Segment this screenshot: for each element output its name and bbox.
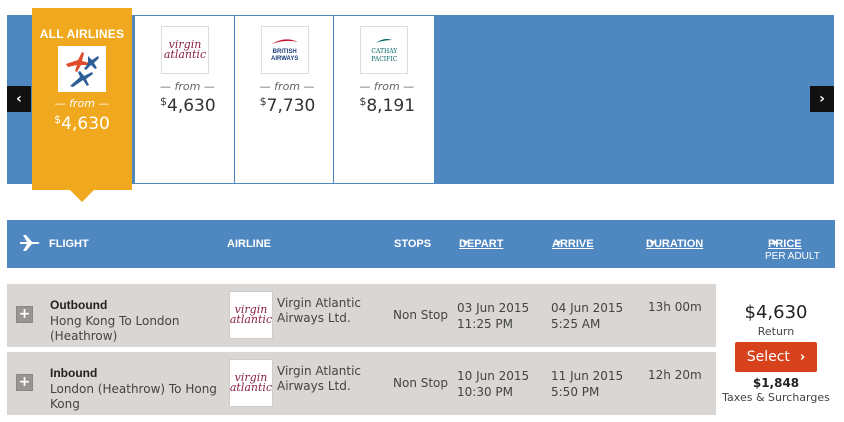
- chevron-right-icon: ›: [819, 91, 825, 107]
- airline-price: $4,630: [160, 95, 216, 116]
- stops-value: Non Stop: [393, 376, 449, 390]
- airline-price: $8,191: [359, 95, 416, 116]
- selected-pointer: [70, 190, 94, 202]
- total-price: $4,630: [744, 302, 808, 323]
- airline-from-label: — from —: [359, 80, 415, 93]
- select-button[interactable]: Select ›: [735, 342, 817, 372]
- stops-value: Non Stop: [393, 308, 449, 322]
- price-panel: $4,630 Return Select › $1,848 Taxes & Su…: [716, 284, 836, 417]
- expand-plus-icon[interactable]: +: [16, 306, 33, 323]
- arrive-datetime: 11 Jun 2015 5:50 PM: [551, 369, 624, 399]
- all-airlines-card[interactable]: ALL AIRLINES — from — $4,630: [32, 8, 132, 202]
- taxes-label: Taxes & Surcharges: [722, 391, 830, 404]
- airline-list: virgin atlantic — from — $4,630 BRITISH AI…: [134, 15, 435, 184]
- flight-direction: Inbound: [50, 366, 98, 380]
- column-stops: STOPS: [394, 238, 432, 250]
- all-airlines-title: ALL AIRLINES: [39, 27, 125, 41]
- airplane-icon: [19, 235, 41, 254]
- sort-caret-icon: ▼: [770, 238, 779, 248]
- virgin-atlantic-logo: virgin atlantic: [229, 291, 273, 339]
- airline-from-label: — from —: [160, 80, 215, 93]
- airline-name: Virgin Atlantic Airways Ltd.: [277, 296, 362, 325]
- airline-card-british-airways[interactable]: BRITISH AIRWAYS — from — $7,730: [235, 16, 335, 183]
- results-table-header: FLIGHT AIRLINE STOPS DEPART ▼ ARRIVE ▼ DUR…: [7, 220, 835, 268]
- flight-direction: Outbound: [50, 298, 108, 312]
- duration-value: 12h 20m: [648, 368, 702, 382]
- column-flight: FLIGHT: [49, 238, 89, 250]
- duration-value: 13h 00m: [648, 300, 702, 314]
- carousel-prev-button[interactable]: ‹: [7, 86, 31, 112]
- expand-plus-icon[interactable]: +: [16, 374, 33, 391]
- virgin-atlantic-logo: virgin atlantic: [161, 26, 209, 74]
- airline-card-cathay-pacific[interactable]: CATHAY PACIFIC — from — $8,191: [334, 16, 434, 183]
- sort-caret-icon: ▼: [461, 238, 470, 248]
- flight-route: London (Heathrow) To Hong Kong: [50, 382, 217, 411]
- depart-datetime: 03 Jun 2015 11:25 PM: [457, 301, 530, 331]
- chevron-left-icon: ‹: [16, 91, 22, 107]
- airline-from-label: — from —: [259, 80, 315, 93]
- sort-caret-icon: ▼: [648, 238, 657, 248]
- all-airlines-price: $4,630: [54, 113, 110, 134]
- cathay-pacific-logo: CATHAY PACIFIC: [360, 26, 409, 74]
- column-airline: AIRLINE: [227, 238, 271, 250]
- airline-name: Virgin Atlantic Airways Ltd.: [277, 364, 362, 393]
- airplanes-icon: [58, 46, 106, 92]
- arrive-datetime: 04 Jun 2015 5:25 AM: [551, 301, 624, 331]
- carousel-next-button[interactable]: ›: [810, 86, 834, 112]
- select-button-label: Select: [746, 349, 790, 365]
- sort-caret-icon: ▼: [554, 238, 563, 248]
- airline-card-virgin-atlantic[interactable]: virgin atlantic — from — $4,630: [135, 16, 235, 183]
- depart-datetime: 10 Jun 2015 10:30 PM: [457, 369, 530, 399]
- british-airways-logo: BRITISH AIRWAYS: [260, 26, 309, 74]
- flight-row-outbound: + Outbound Hong Kong To London (Heathrow…: [7, 284, 716, 348]
- airline-price: $7,730: [259, 95, 316, 116]
- per-adult-label: PER ADULT: [765, 251, 820, 262]
- flight-row-inbound: + Inbound London (Heathrow) To Hong Kong…: [7, 352, 716, 416]
- trip-type-label: Return: [757, 325, 795, 338]
- chevron-right-icon: ›: [799, 349, 806, 365]
- flight-route: Hong Kong To London (Heathrow): [50, 314, 180, 343]
- virgin-atlantic-logo: virgin atlantic: [229, 359, 273, 407]
- all-airlines-from-label: — from —: [54, 97, 110, 110]
- taxes-amount: $1,848: [752, 376, 800, 390]
